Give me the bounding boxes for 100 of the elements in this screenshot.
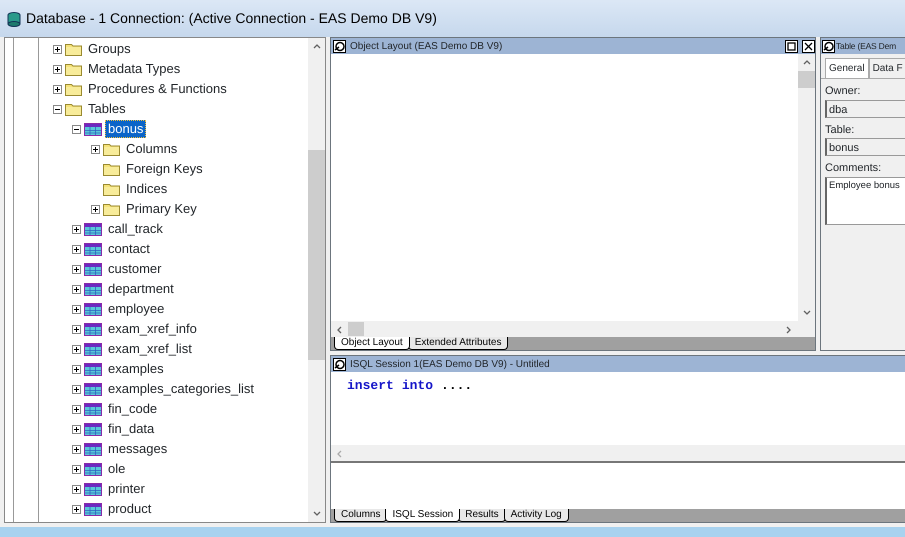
expand-icon[interactable] (72, 444, 81, 454)
expand-icon[interactable] (72, 464, 81, 474)
pane-title: ISQL Session 1(EAS Demo DB V9) - Untitled (350, 358, 551, 372)
folder-icon (103, 202, 120, 216)
tree-item[interactable]: employee (105, 300, 168, 318)
expand-icon[interactable] (53, 64, 62, 74)
expand-icon[interactable] (72, 224, 81, 234)
tab[interactable]: General (825, 58, 869, 78)
sql-editor[interactable]: insert into .... (347, 376, 895, 396)
expand-icon[interactable] (72, 384, 81, 394)
field-label: Comments: (825, 161, 882, 176)
tree-item[interactable]: exam_xref_info (105, 320, 200, 338)
folder-icon (103, 182, 120, 196)
input-field[interactable]: bonus (825, 138, 905, 156)
tab[interactable]: ISQL Session (385, 509, 460, 522)
table-icon (84, 222, 102, 236)
tab[interactable]: Object Layout (334, 337, 410, 350)
tree-item[interactable]: Metadata Types (85, 60, 184, 78)
tree-item[interactable]: printer (105, 480, 148, 498)
expand-icon[interactable] (53, 44, 62, 54)
expand-icon[interactable] (72, 244, 81, 254)
pane-title: Object Layout (EAS Demo DB V9) (350, 40, 504, 54)
input-field[interactable]: dba (825, 100, 905, 118)
folder-icon (65, 62, 82, 76)
collapse-icon[interactable] (72, 124, 81, 134)
table-icon (84, 502, 102, 516)
database-icon (6, 10, 22, 26)
tree-item[interactable]: exam_xref_list (105, 340, 195, 358)
tree-item[interactable]: bonus (105, 120, 146, 138)
expand-icon[interactable] (72, 344, 81, 354)
close-icon[interactable] (802, 40, 815, 52)
table-icon (84, 242, 102, 256)
expand-icon[interactable] (72, 484, 81, 494)
expand-icon[interactable] (53, 84, 62, 94)
table-icon (84, 122, 102, 136)
expand-icon[interactable] (72, 404, 81, 414)
table-icon (84, 482, 102, 496)
table-icon (84, 362, 102, 376)
arrow-down-icon[interactable] (312, 509, 321, 518)
table-icon (84, 382, 102, 396)
table-icon (84, 442, 102, 456)
tree-item[interactable]: messages (105, 440, 170, 458)
table-icon (84, 422, 102, 436)
expand-icon[interactable] (91, 144, 100, 154)
tree-item[interactable]: Indices (123, 180, 170, 198)
field-label: Owner: (825, 84, 862, 99)
folder-icon (65, 42, 82, 56)
arrow-up-icon[interactable] (312, 42, 321, 51)
expand-icon[interactable] (72, 324, 81, 334)
expand-icon[interactable] (72, 304, 81, 314)
table-icon (84, 282, 102, 296)
tab[interactable]: Activity Log (504, 509, 569, 522)
tab[interactable]: Results (458, 509, 506, 522)
table-icon (84, 262, 102, 276)
tree-item[interactable]: examples (105, 360, 167, 378)
tree-item[interactable]: Procedures & Functions (85, 80, 230, 98)
table-icon (84, 462, 102, 476)
scrollbar-thumb[interactable] (798, 71, 815, 88)
expand-icon[interactable] (72, 284, 81, 294)
window-title: Database - 1 Connection: (Active Connection - EAS Demo DB V9) (26, 9, 437, 28)
collapse-icon[interactable] (53, 104, 62, 114)
expand-icon[interactable] (72, 264, 81, 274)
tree-item[interactable]: fin_code (105, 400, 160, 418)
horizontal-scrollbar[interactable] (331, 321, 815, 337)
horizontal-scrollbar[interactable] (331, 445, 905, 461)
pane-icon (822, 40, 835, 52)
field-label: Table: (825, 122, 856, 138)
tree-item[interactable]: Tables (85, 100, 129, 118)
tree-item[interactable]: product (105, 500, 154, 518)
comments-field[interactable]: Employee bonus (825, 176, 905, 224)
tree-item[interactable]: customer (105, 260, 164, 278)
tree-item[interactable]: department (105, 280, 177, 298)
tree-item[interactable]: ole (105, 460, 128, 478)
expand-icon[interactable] (72, 364, 81, 374)
scrollbar-thumb[interactable] (308, 150, 325, 360)
tree-item[interactable]: call_track (105, 220, 166, 238)
scrollbar[interactable] (308, 38, 325, 522)
tab[interactable]: Data F (868, 58, 905, 78)
expand-icon[interactable] (72, 424, 81, 434)
arrow-right-icon[interactable] (784, 324, 793, 334)
tree-item[interactable]: contact (105, 240, 153, 258)
scrollbar[interactable] (798, 54, 815, 321)
expand-icon[interactable] (72, 504, 81, 514)
pane-icon (333, 358, 346, 370)
arrow-left-icon[interactable] (335, 324, 344, 334)
scrollbar-thumb[interactable] (348, 322, 364, 336)
expand-icon[interactable] (91, 204, 100, 214)
tree-item[interactable]: Groups (85, 40, 134, 58)
arrow-down-icon[interactable] (802, 308, 811, 317)
tree-item[interactable]: Foreign Keys (123, 160, 206, 178)
tab[interactable]: Columns (334, 509, 388, 522)
pane-title: Table (EAS Dem (836, 40, 898, 52)
maximize-icon[interactable] (785, 40, 798, 52)
tree-item[interactable]: Primary Key (123, 200, 200, 218)
arrow-up-icon[interactable] (802, 58, 811, 67)
tree-item[interactable]: examples_categories_list (105, 380, 257, 398)
tree-item[interactable]: fin_data (105, 420, 158, 438)
folder-icon (103, 142, 120, 156)
tab[interactable]: Extended Attributes (408, 337, 508, 350)
tree-item[interactable]: Columns (123, 140, 180, 158)
